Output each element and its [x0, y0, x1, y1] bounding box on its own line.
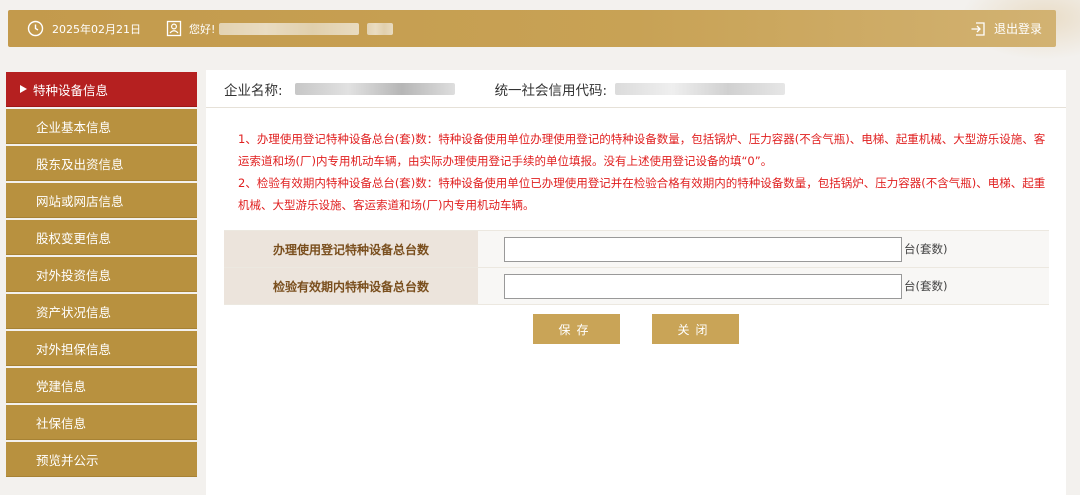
- notice-item-2: 2、检验有效期内特种设备总台(套)数：特种设备使用单位已办理使用登记并在检验合格…: [238, 176, 1046, 212]
- sidebar-item-websites[interactable]: 网站或网店信息: [6, 183, 197, 218]
- sidebar-item-label: 企业基本信息: [36, 119, 112, 135]
- current-date: 2025年02月21日: [52, 22, 141, 36]
- sidebar-item-label: 股东及出资信息: [36, 156, 124, 172]
- sidebar-item-label: 党建信息: [36, 378, 87, 394]
- valid-count-unit: 台(套数): [904, 279, 948, 293]
- sidebar-item-label: 网站或网店信息: [36, 193, 124, 209]
- active-arrow-icon: [20, 85, 27, 93]
- valid-count-label: 检验有效期内特种设备总台数: [224, 268, 478, 304]
- redacted-username-suffix: [367, 22, 394, 35]
- sidebar-item-social-security[interactable]: 社保信息: [6, 405, 197, 440]
- sidebar-item-party[interactable]: 党建信息: [6, 368, 197, 403]
- redacted-company-name: [294, 82, 455, 95]
- sidebar-item-label: 对外投资信息: [36, 267, 112, 283]
- sidebar-item-basic-info[interactable]: 企业基本信息: [6, 109, 197, 144]
- main-panel: 企业名称: 统一社会信用代码: 1、办理使用登记特种设备总台(套)数：特种设备使…: [206, 70, 1066, 495]
- valid-count-cell: 台(套数): [478, 268, 1049, 304]
- redacted-username: [219, 22, 360, 35]
- save-button[interactable]: 保存: [533, 314, 620, 344]
- sidebar-item-assets[interactable]: 资产状况信息: [6, 294, 197, 329]
- credit-code-label: 统一社会信用代码:: [494, 82, 608, 99]
- logout-label: 退出登录: [993, 22, 1042, 36]
- sidebar-item-label: 社保信息: [36, 415, 87, 431]
- sidebar-item-label: 特种设备信息: [33, 82, 109, 98]
- sidebar-item-label: 股权变更信息: [36, 230, 112, 246]
- sidebar: 特种设备信息 企业基本信息 股东及出资信息 网站或网店信息 股权变更信息 对外投…: [6, 72, 197, 479]
- sidebar-item-investment[interactable]: 对外投资信息: [6, 257, 197, 292]
- company-info-row: 企业名称: 统一社会信用代码:: [206, 70, 1066, 108]
- sidebar-item-preview-publish[interactable]: 预览并公示: [6, 442, 197, 477]
- sidebar-item-shareholders[interactable]: 股东及出资信息: [6, 146, 197, 181]
- registered-count-unit: 台(套数): [904, 242, 948, 256]
- valid-count-input[interactable]: [504, 273, 902, 299]
- equipment-form: 办理使用登记特种设备总台数 台(套数) 检验有效期内特种设备总台数 台(套数): [224, 230, 1049, 305]
- sidebar-item-label: 预览并公示: [36, 452, 99, 468]
- notice-text: 1、办理使用登记特种设备总台(套)数：特种设备使用单位办理使用登记的特种设备数量…: [238, 128, 1053, 216]
- greeting-text: 您好!: [189, 22, 216, 36]
- registered-count-cell: 台(套数): [478, 231, 1049, 267]
- action-buttons: 保存 关闭: [206, 314, 1066, 344]
- logout-button[interactable]: 退出登录: [970, 10, 1042, 47]
- logout-icon: [971, 21, 985, 36]
- close-button[interactable]: 关闭: [652, 314, 739, 344]
- form-row-registered-count: 办理使用登记特种设备总台数 台(套数): [224, 231, 1049, 268]
- clock-icon: [26, 20, 44, 38]
- registered-count-label: 办理使用登记特种设备总台数: [224, 231, 478, 267]
- company-name-label: 企业名称:: [224, 82, 283, 99]
- registered-count-input[interactable]: [504, 236, 902, 262]
- form-row-valid-count: 检验有效期内特种设备总台数 台(套数): [224, 268, 1049, 305]
- sidebar-item-guarantee[interactable]: 对外担保信息: [6, 331, 197, 366]
- user-icon: [165, 20, 183, 38]
- top-bar: 2025年02月21日 您好! 退出登录: [8, 10, 1056, 47]
- redacted-credit-code: [615, 82, 786, 95]
- sidebar-item-equity-change[interactable]: 股权变更信息: [6, 220, 197, 255]
- sidebar-item-special-equipment[interactable]: 特种设备信息: [6, 72, 197, 107]
- notice-item-1: 1、办理使用登记特种设备总台(套)数：特种设备使用单位办理使用登记的特种设备数量…: [238, 132, 1046, 168]
- sidebar-item-label: 资产状况信息: [36, 304, 112, 320]
- sidebar-item-label: 对外担保信息: [36, 341, 112, 357]
